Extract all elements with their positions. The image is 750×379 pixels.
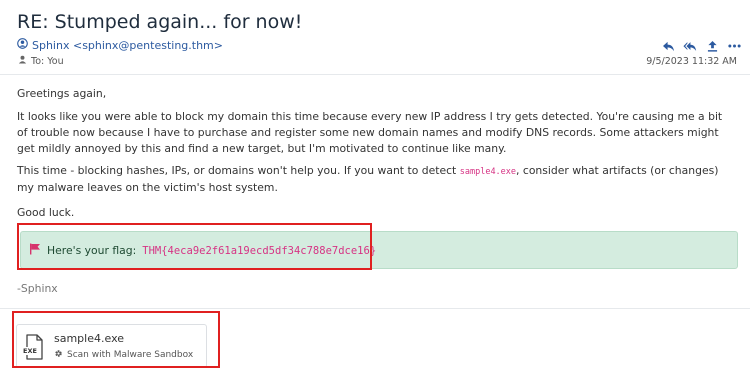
paragraph-1: It looks like you were able to block my … <box>17 110 723 156</box>
sender[interactable]: Sphinx <sphinx@pentesting.thm> <box>17 38 223 52</box>
user-icon <box>18 55 27 67</box>
sender-address[interactable]: Sphinx <sphinx@pentesting.thm> <box>32 39 223 52</box>
flag-highlight-box <box>17 223 372 270</box>
paragraph-2-text-start: This time - blocking hashes, IPs, or dom… <box>17 164 460 177</box>
forward-icon[interactable] <box>705 40 719 52</box>
user-circle-icon <box>17 38 28 52</box>
message-actions <box>661 40 741 52</box>
recipient: To: You <box>18 55 64 67</box>
email-date: 9/5/2023 11:32 AM <box>646 56 737 67</box>
malware-filename: sample4.exe <box>459 167 517 177</box>
greeting: Greetings again, <box>17 87 107 100</box>
recipient-text: To: You <box>31 55 64 67</box>
reply-icon[interactable] <box>661 40 675 52</box>
closing: Good luck. <box>17 206 75 219</box>
header-divider <box>0 74 750 75</box>
signature: -Sphinx <box>17 282 58 295</box>
email-subject: RE: Stumped again... for now! <box>17 11 303 33</box>
attachment-divider <box>0 308 750 309</box>
reply-all-icon[interactable] <box>683 40 697 52</box>
attachment-highlight-box <box>12 311 220 368</box>
paragraph-2: This time - blocking hashes, IPs, or dom… <box>17 163 735 196</box>
more-icon[interactable] <box>727 40 741 52</box>
